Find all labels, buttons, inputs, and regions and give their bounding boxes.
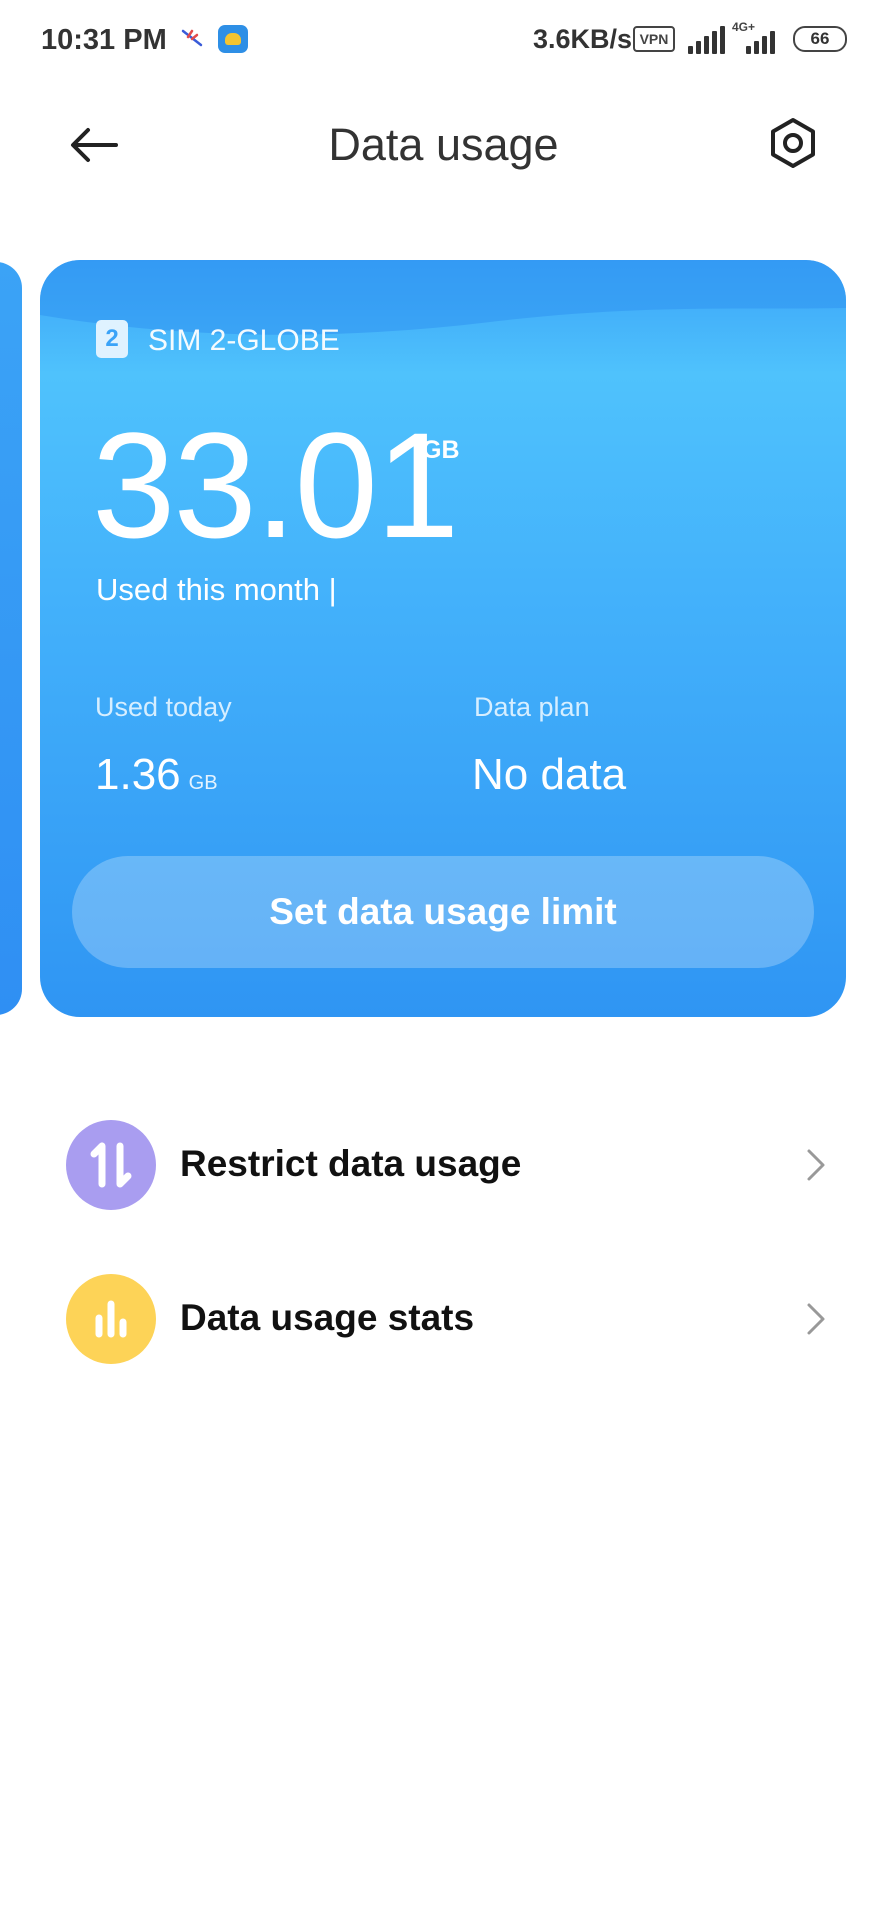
app-header: Data usage (0, 95, 887, 195)
used-today-label: Used today (95, 692, 232, 722)
status-bar: 10:31 PM 3.6KB/s VPN 4G+ 66 (0, 0, 887, 80)
restrict-data-usage-item[interactable]: Restrict data usage (0, 1103, 887, 1223)
used-today-stat: 1.36 GB (95, 750, 218, 800)
settings-gear-icon[interactable] (765, 115, 821, 171)
restrict-data-usage-label: Restrict data usage (180, 1143, 522, 1184)
battery-icon: 66 (793, 26, 847, 52)
chevron-right-icon (807, 1149, 825, 1181)
used-today-value: 1.36 (95, 750, 181, 799)
vpn-icon: VPN (633, 26, 675, 52)
airplane-notification-icon (181, 29, 203, 47)
app-notification-icon (218, 25, 248, 53)
signal-icon (688, 26, 726, 54)
page-title: Data usage (328, 119, 559, 170)
used-today-unit: GB (188, 772, 218, 794)
monthly-usage-unit: GB (422, 436, 460, 464)
data-plan-value: No data (472, 750, 627, 799)
monthly-usage-value: 33.01 (92, 401, 459, 569)
previous-sim-card[interactable] (0, 262, 22, 1015)
chevron-right-icon (807, 1303, 825, 1335)
network-speed: 3.6KB/s (533, 24, 633, 54)
data-plan-label: Data plan (474, 692, 590, 722)
sim-number-badge: 2 (96, 320, 128, 358)
data-usage-stats-item[interactable]: Data usage stats (0, 1257, 887, 1377)
bar-chart-icon (66, 1274, 156, 1364)
set-data-limit-button[interactable]: Set data usage limit (72, 856, 814, 968)
monthly-usage-label: Used this month | (96, 572, 337, 607)
signal-icon-sim2 (746, 26, 784, 54)
status-time: 10:31 PM (41, 24, 167, 56)
sim-usage-card: 2 SIM 2-GLOBE 33.01 GB Used this month |… (40, 260, 846, 1017)
restrict-arrows-icon (66, 1120, 156, 1210)
sim-name: SIM 2-GLOBE (148, 324, 340, 357)
data-usage-stats-label: Data usage stats (180, 1297, 475, 1338)
